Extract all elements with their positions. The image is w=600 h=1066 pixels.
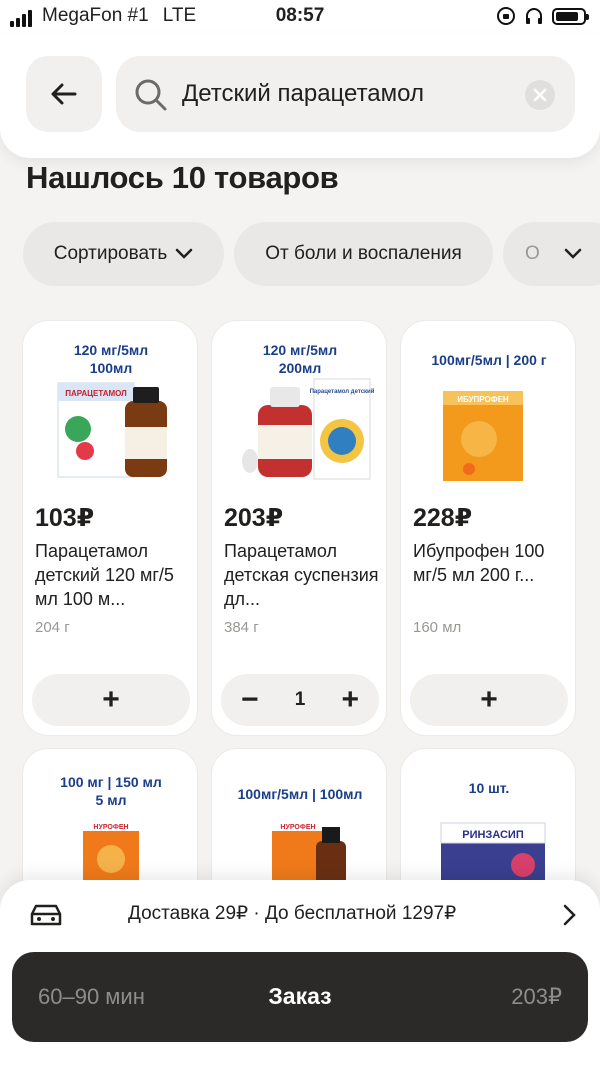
increase-button[interactable]: + — [341, 683, 359, 717]
chevron-down-icon — [564, 248, 582, 259]
product-price: 103₽ — [35, 504, 95, 532]
chevron-right-icon — [563, 904, 576, 926]
product-weight: 160 мл — [413, 619, 462, 636]
clear-search-button[interactable] — [525, 80, 555, 110]
delivery-car-icon — [30, 904, 62, 926]
headphones-icon — [526, 8, 542, 24]
product-image: 120 мг/5мл 100мл ПАРАЦЕТАМОЛ — [33, 331, 189, 489]
product-card[interactable]: 120 мг/5мл 100мл ПАРАЦЕТАМОЛ 103₽ Парацет… — [22, 320, 198, 736]
product-name[interactable]: Парацетамол детский 120 мг/5 мл 100 м... — [35, 539, 191, 611]
battery-icon — [552, 7, 589, 25]
sort-chip[interactable]: Сортировать — [23, 222, 224, 286]
add-to-cart-button[interactable]: + — [32, 674, 190, 726]
quantity-stepper: − 1 + — [221, 674, 379, 726]
product-price: 203₽ — [224, 504, 284, 532]
more-filters-chip[interactable]: О — [503, 222, 600, 286]
cart-panel: Доставка 29₽ · До бесплатной 1297₽ 60–90… — [0, 880, 600, 1066]
product-price: 228₽ — [413, 504, 473, 532]
plus-icon: + — [480, 683, 498, 716]
category-chip[interactable]: От боли и воспаления — [234, 222, 493, 286]
status-right — [496, 6, 589, 26]
order-label: Заказ — [268, 983, 332, 1009]
chevron-down-icon — [176, 248, 193, 259]
back-button[interactable] — [26, 56, 102, 132]
clear-icon — [533, 88, 547, 102]
sort-label: Сортировать — [53, 243, 168, 264]
quantity-value: 1 — [294, 689, 306, 710]
status-bar: MegaFon #1 LTE 08:57 — [0, 0, 600, 34]
product-card[interactable]: 100мг/5мл | 200 г ИБУПРОФЕН 228₽ Ибупроф… — [400, 320, 576, 736]
add-to-cart-button[interactable]: + — [410, 674, 568, 726]
category-label: От боли и воспаления — [265, 243, 462, 264]
medicine-box-image: ИБУПРОФЕН — [443, 391, 523, 481]
order-button[interactable]: 60–90 мин Заказ 203₽ — [12, 952, 588, 1042]
product-image: 100мг/5мл | 200 г ИБУПРОФЕН — [411, 331, 567, 489]
product-weight: 384 г — [224, 619, 259, 636]
svg-text:НУРОФЕН: НУРОФЕН — [93, 824, 128, 831]
delivery-info[interactable]: Доставка 29₽ · До бесплатной 1297₽ — [0, 902, 600, 932]
search-field[interactable]: Детский парацетамол — [116, 56, 575, 132]
product-image: 120 мг/5мл 200мл Парацетамол детский — [222, 331, 378, 489]
svg-text:ПАРАЦЕТАМОЛ: ПАРАЦЕТАМОЛ — [65, 389, 127, 398]
medicine-box-image: ПАРАЦЕТАМОЛ — [57, 382, 167, 478]
decrease-button[interactable]: − — [241, 683, 259, 717]
svg-text:НУРОФЕН: НУРОФЕН — [280, 824, 315, 831]
search-input[interactable]: Детский парацетамол — [182, 80, 424, 108]
search-header: Детский парацетамол — [0, 34, 600, 158]
results-title: Нашлось 10 товаров — [26, 160, 339, 195]
svg-text:Парацетамол детский: Парацетамол детский — [310, 388, 375, 395]
product-weight: 204 г — [35, 619, 70, 636]
back-arrow-icon — [51, 83, 77, 105]
more-filters-label: О — [525, 243, 540, 264]
plus-icon: + — [102, 683, 120, 716]
product-card[interactable]: 120 мг/5мл 200мл Парацетамол детский 203₽… — [211, 320, 387, 736]
medicine-box-image: Парацетамол детский — [242, 378, 375, 480]
search-icon — [135, 79, 167, 111]
product-name[interactable]: Парацетамол детская суспензия дл... — [224, 539, 380, 611]
svg-text:ИБУПРОФЕН: ИБУПРОФЕН — [457, 395, 509, 404]
delivery-text: Доставка 29₽ · До бесплатной 1297₽ — [128, 903, 457, 924]
filter-bar: Сортировать От боли и воспаления О — [23, 222, 600, 286]
product-name[interactable]: Ибупрофен 100 мг/5 мл 200 г... — [413, 539, 569, 611]
order-sum: 203₽ — [511, 984, 562, 1009]
orientation-lock-icon — [497, 7, 515, 25]
svg-text:РИНЗАСИП: РИНЗАСИП — [462, 829, 524, 841]
